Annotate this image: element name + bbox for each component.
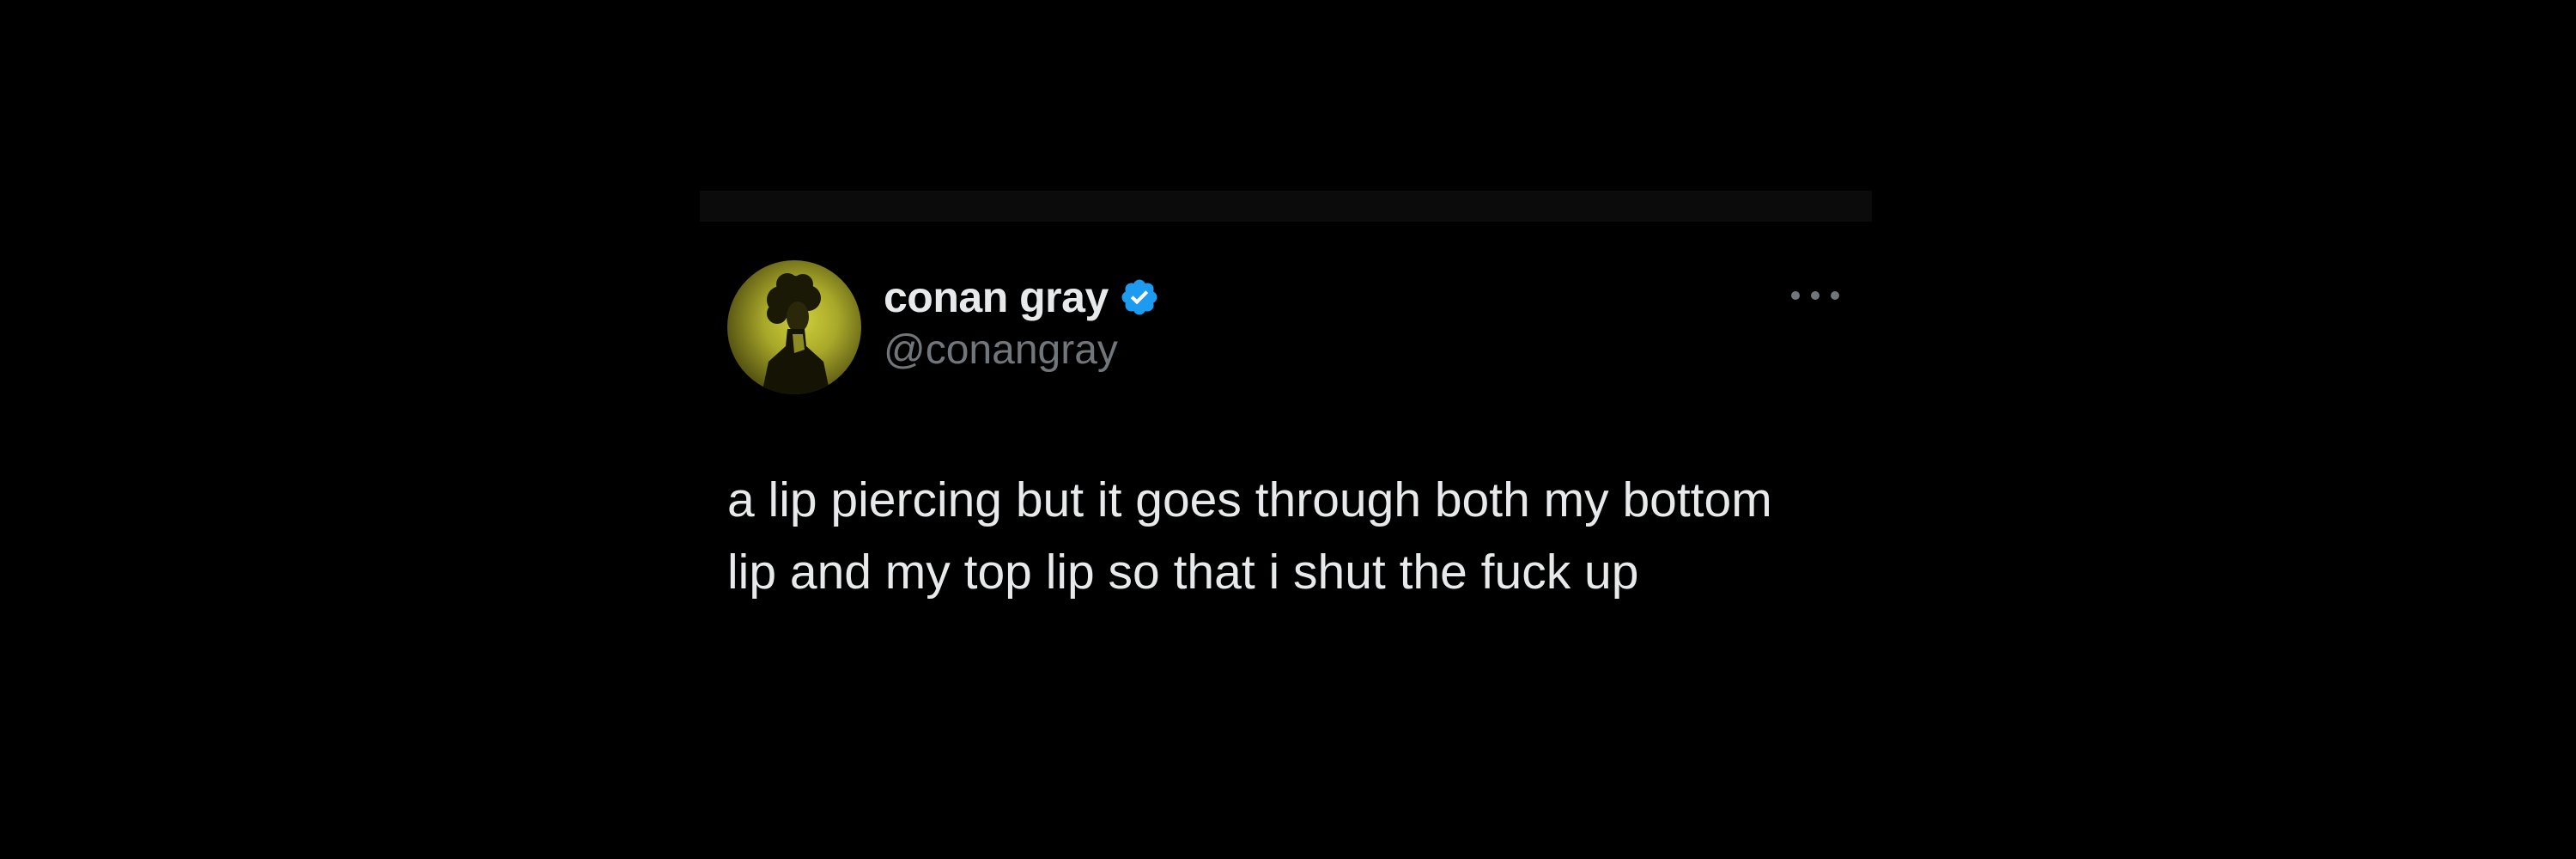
author-display-name[interactable]: conan gray <box>884 271 1109 323</box>
more-options-button[interactable] <box>1791 283 1839 308</box>
more-dots-icon <box>1811 291 1820 300</box>
tweet-text-line: a lip piercing but it goes through both … <box>727 472 1772 527</box>
author-handle[interactable]: @conangray <box>884 325 1118 376</box>
profile-avatar[interactable] <box>727 260 861 394</box>
tweet-text: a lip piercing but it goes through both … <box>727 464 1844 608</box>
tweet-screenshot: conan gray @conangray a lip piercing but… <box>0 0 2576 859</box>
top-divider-strip <box>700 191 1872 222</box>
more-dots-icon <box>1791 291 1800 300</box>
verified-badge-icon <box>1119 277 1160 318</box>
more-dots-icon <box>1831 291 1839 300</box>
tweet-text-line: lip and my top lip so that i shut the fu… <box>727 545 1639 600</box>
avatar-silhouette <box>762 273 830 394</box>
author-name-row: conan gray <box>884 271 1160 323</box>
tweet-card: conan gray @conangray a lip piercing but… <box>700 222 1872 668</box>
